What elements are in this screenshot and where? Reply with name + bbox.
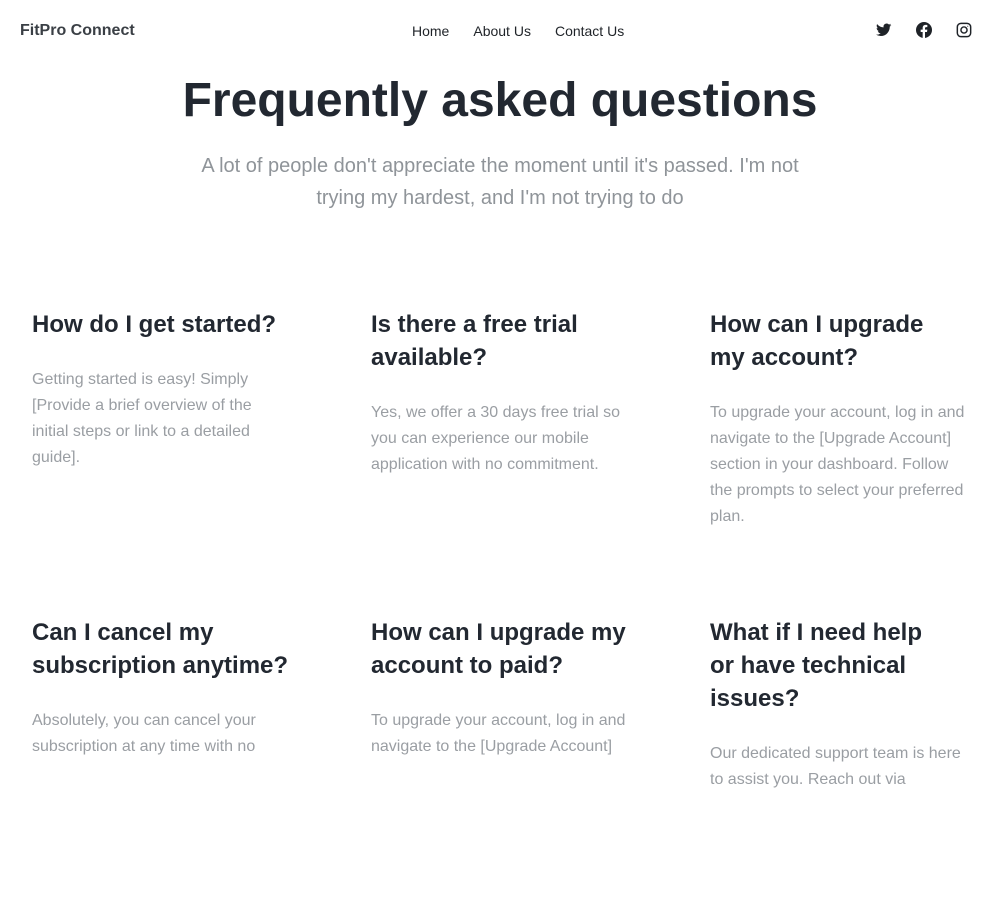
nav-link-contact-us[interactable]: Contact Us — [555, 23, 624, 39]
faq-item: Is there a free trial available? Yes, we… — [371, 308, 710, 616]
faq-item: How can I upgrade my account? To upgrade… — [710, 308, 980, 616]
navbar: FitPro Connect Home About Us Contact Us — [0, 0, 1000, 64]
page-title: Frequently asked questions — [182, 74, 818, 127]
faq-question: How do I get started? — [32, 311, 277, 338]
nav-link-home[interactable]: Home — [412, 23, 449, 39]
faq-item: How can I upgrade my account to paid? To… — [371, 616, 710, 924]
faq-grid: How do I get started? Getting started is… — [32, 308, 982, 924]
faq-question: How can I upgrade my account? — [710, 311, 924, 371]
faq-item: Can I cancel my subscription anytime? Ab… — [32, 616, 371, 924]
faq-question: Can I cancel my subscription anytime? — [32, 619, 289, 679]
brand-logo[interactable]: FitPro Connect — [20, 22, 135, 40]
faq-answer: Our dedicated support team is here to as… — [710, 745, 961, 788]
faq-answer: Getting started is easy! Simply [Provide… — [32, 371, 252, 466]
faq-answer: To upgrade your account, log in and navi… — [371, 712, 626, 755]
main-nav: Home About Us Contact Us — [412, 23, 624, 39]
faq-item: How do I get started? Getting started is… — [32, 308, 371, 616]
twitter-icon[interactable] — [876, 22, 892, 38]
page-subtitle: A lot of people don't appreciate the mom… — [201, 155, 799, 209]
facebook-icon[interactable] — [916, 22, 932, 38]
faq-answer: Yes, we offer a 30 days free trial so yo… — [371, 404, 621, 473]
faq-answer: Absolutely, you can cancel your subscrip… — [32, 712, 256, 755]
faq-item: What if I need help or have technical is… — [710, 616, 980, 924]
social-links — [876, 22, 972, 38]
instagram-icon[interactable] — [956, 22, 972, 38]
faq-hero: Frequently asked questions A lot of peop… — [0, 72, 1000, 214]
faq-answer: To upgrade your account, log in and navi… — [710, 404, 965, 525]
nav-link-about-us[interactable]: About Us — [473, 23, 531, 39]
faq-question: Is there a free trial available? — [371, 311, 578, 371]
faq-question: How can I upgrade my account to paid? — [371, 619, 626, 679]
faq-question: What if I need help or have technical is… — [710, 619, 923, 712]
